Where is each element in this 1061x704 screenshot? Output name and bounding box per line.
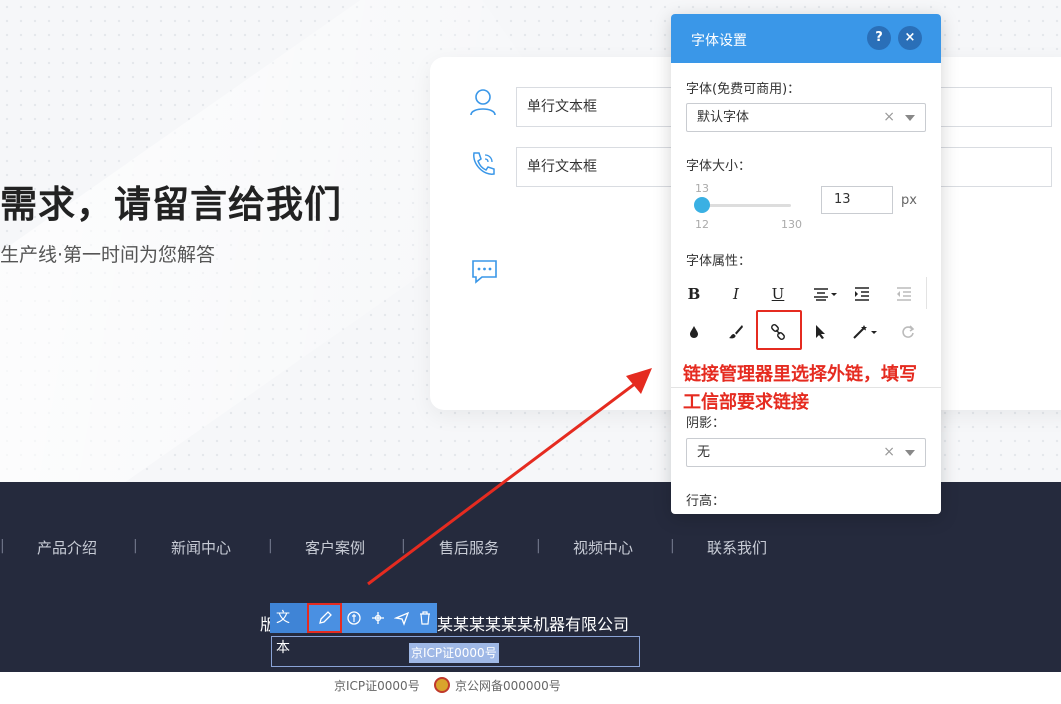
police-badge-icon — [434, 677, 450, 693]
phone-icon — [473, 152, 495, 175]
nav-item-service[interactable]: 售后服务 — [439, 537, 499, 558]
indent-decrease-button[interactable] — [889, 279, 919, 309]
nav-item-cases[interactable]: 客户案例 — [305, 537, 365, 558]
brush-icon — [729, 325, 743, 339]
icp-link-text-selected[interactable]: 京ICP证0000号 — [409, 643, 499, 663]
panel-header: 字体设置 ? × — [671, 14, 941, 63]
nav-item-products[interactable]: 产品介绍 — [37, 537, 97, 558]
nav-item-video[interactable]: 视频中心 — [573, 537, 633, 558]
font-size-input[interactable]: 13 — [821, 186, 893, 214]
nav-separator: | — [536, 538, 541, 554]
police-record-text[interactable]: 京公网备000000号 — [455, 677, 561, 694]
font-color-button[interactable] — [679, 317, 709, 347]
help-icon[interactable]: ? — [867, 26, 891, 50]
edit-pencil-icon[interactable] — [307, 603, 343, 633]
line-height-label: 行高： — [686, 494, 726, 509]
font-size-slider-thumb[interactable] — [694, 197, 710, 213]
slider-max-label: 130 — [781, 218, 802, 231]
chevron-down-icon[interactable] — [905, 115, 915, 121]
annotation-line-2: 工信部要求链接 — [683, 392, 809, 413]
shadow-select[interactable]: 无 × — [686, 438, 926, 467]
toolbar-divider — [926, 277, 927, 309]
nav-item-contact[interactable]: 联系我们 — [707, 537, 767, 558]
font-size-unit: px — [901, 193, 917, 208]
chevron-down-icon[interactable] — [905, 450, 915, 456]
refresh-icon — [902, 325, 915, 338]
magic-wand-icon — [853, 325, 877, 339]
nav-separator: | — [268, 538, 273, 554]
animation-icon[interactable] — [390, 603, 414, 633]
annotation-line-1: 链接管理器里选择外链，填写 — [683, 364, 917, 385]
hero-title: 需求，请留言给我们 — [0, 183, 342, 226]
nav-item-news[interactable]: 新闻中心 — [171, 537, 231, 558]
toolbar-type-label: 文本 — [270, 603, 308, 656]
link-button-highlight — [756, 310, 802, 350]
clear-icon[interactable]: × — [883, 439, 895, 466]
background-color-button[interactable] — [721, 317, 751, 347]
name-input[interactable]: 单行文本框 — [516, 87, 676, 127]
text-edit-toolbar: 文本 — [270, 603, 437, 656]
font-size-slider-track[interactable] — [701, 204, 791, 207]
align-center-icon — [814, 288, 837, 301]
font-family-value: 默认字体 — [697, 110, 750, 125]
cursor-button[interactable] — [805, 317, 835, 347]
slider-current-value: 13 — [695, 182, 709, 195]
effects-dropdown-button[interactable] — [845, 317, 885, 347]
slider-min-label: 12 — [695, 218, 709, 231]
nav-separator: | — [401, 538, 406, 554]
font-family-select[interactable]: 默认字体 × — [686, 103, 926, 132]
clear-icon[interactable]: × — [883, 104, 895, 131]
cursor-icon — [816, 325, 825, 339]
nav-separator: | — [670, 538, 675, 554]
shadow-value: 无 — [697, 445, 711, 460]
font-settings-panel: 字体设置 ? × 字体(免费可商用)： 默认字体 × 字体大小： 13 12 1… — [671, 14, 941, 514]
align-dropdown-button[interactable] — [805, 279, 845, 309]
reset-button[interactable] — [893, 317, 923, 347]
panel-title: 字体设置 — [691, 33, 747, 49]
indent-increase-icon — [855, 287, 869, 301]
font-attr-label: 字体属性： — [686, 254, 752, 269]
delete-icon[interactable] — [413, 603, 437, 633]
user-icon — [470, 89, 496, 116]
close-icon[interactable]: × — [898, 26, 922, 50]
style-icon[interactable] — [342, 603, 366, 633]
nav-separator: | — [133, 538, 138, 554]
message-icon — [472, 260, 497, 284]
copyright-company: 某某某某某某机器有限公司 — [437, 615, 630, 634]
font-family-label: 字体(免费可商用)： — [686, 82, 801, 97]
move-icon[interactable] — [366, 603, 390, 633]
hero-subtitle: 生产线·第一时间为您解答 — [0, 244, 216, 266]
underline-button[interactable]: U — [763, 279, 793, 309]
bold-button[interactable]: B — [679, 279, 709, 309]
nav-separator: | — [0, 538, 5, 554]
font-size-label: 字体大小： — [686, 159, 752, 174]
italic-button[interactable]: I — [721, 279, 751, 309]
icp-record-text[interactable]: 京ICP证0000号 — [334, 677, 420, 694]
phone-input-extension[interactable] — [940, 147, 1052, 187]
indent-increase-button[interactable] — [847, 279, 877, 309]
tutorial-annotation: 链接管理器里选择外链，填写 工信部要求链接 — [683, 361, 953, 417]
name-input-extension[interactable] — [940, 87, 1052, 127]
phone-input[interactable]: 单行文本框 — [516, 147, 676, 187]
indent-decrease-icon — [897, 287, 911, 301]
drop-icon — [690, 326, 698, 338]
